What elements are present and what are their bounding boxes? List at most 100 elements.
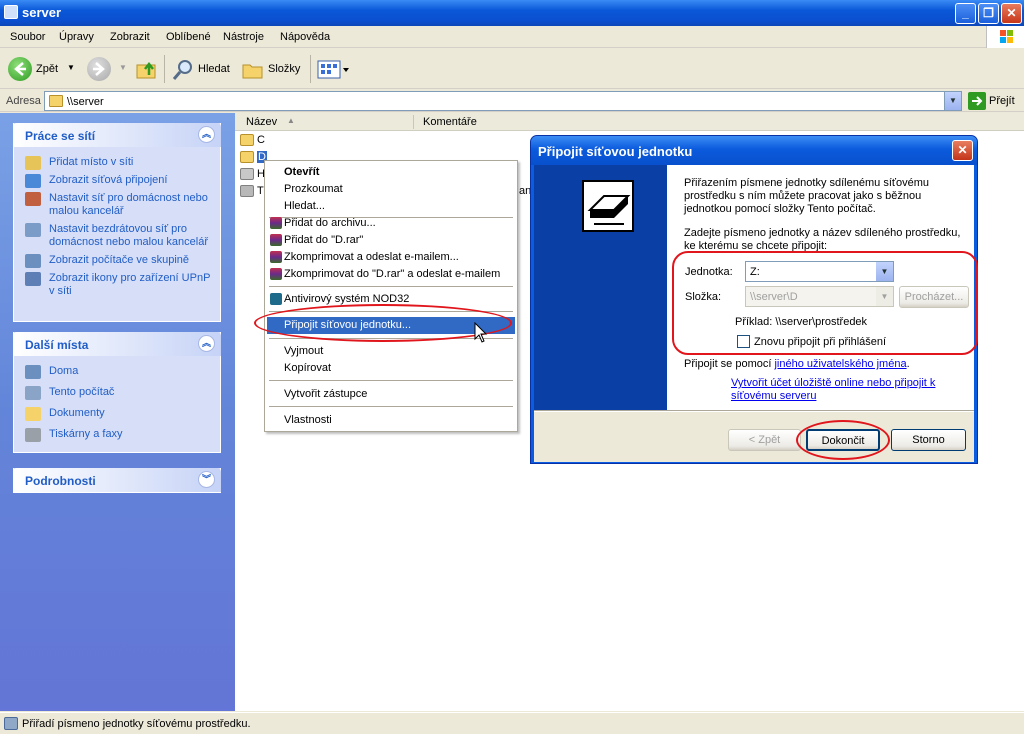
back-label: Zpět bbox=[36, 63, 59, 75]
place-printers[interactable]: Tiskárny a faxy bbox=[14, 427, 220, 448]
column-divider[interactable] bbox=[413, 115, 414, 129]
dialog-banner bbox=[534, 165, 667, 410]
panel-header[interactable]: Práce se sítí ︽ bbox=[13, 123, 221, 147]
address-label: Adresa bbox=[6, 95, 41, 107]
menu-view[interactable]: Zobrazit bbox=[110, 31, 150, 43]
winrar-icon bbox=[270, 251, 282, 263]
close-button[interactable]: ✕ bbox=[1001, 3, 1022, 24]
shared-printer-icon bbox=[240, 185, 254, 197]
dialog-title: Připojit síťovou jednotku bbox=[538, 144, 693, 159]
status-text: Přiřadí písmeno jednotky síťovému prostř… bbox=[22, 718, 251, 730]
task-show-upnp-icons[interactable]: Zobrazit ikony pro zařízení UPnP v síti bbox=[14, 271, 220, 302]
details-panel: Podrobnosti ︾ bbox=[13, 468, 221, 493]
column-name[interactable]: Název bbox=[246, 116, 277, 128]
menu-edit[interactable]: Úpravy bbox=[59, 31, 94, 43]
task-setup-wireless-network[interactable]: Nastavit bezdrátovou síť pro domácnost n… bbox=[14, 222, 220, 253]
menu-item-label: Prozkoumat bbox=[284, 183, 343, 195]
computer-icon bbox=[25, 386, 41, 400]
upnp-icon bbox=[25, 272, 41, 286]
minimize-button[interactable]: _ bbox=[955, 3, 976, 24]
dialog-close-button[interactable]: ✕ bbox=[952, 140, 973, 161]
menu-item-label: Otevřít bbox=[284, 166, 320, 178]
place-label: Tento počítač bbox=[49, 386, 115, 398]
home-network-icon bbox=[25, 192, 41, 206]
shared-folder-icon bbox=[240, 151, 254, 163]
collapse-icon[interactable]: ︽ bbox=[198, 126, 215, 143]
cancel-button[interactable]: Storno bbox=[891, 429, 966, 451]
mouse-cursor-icon bbox=[474, 321, 488, 347]
forward-button[interactable] bbox=[87, 57, 111, 81]
task-label: Zobrazit ikony pro zařízení UPnP v síti bbox=[49, 272, 211, 297]
address-dropdown-icon[interactable]: ▼ bbox=[944, 92, 961, 110]
title-bar[interactable]: server _ ❐ ✕ bbox=[0, 0, 1024, 26]
menu-compress-email[interactable]: Zkomprimovat a odeslat e-mailem... bbox=[267, 249, 515, 266]
menu-item-label: Vlastnosti bbox=[284, 414, 332, 426]
back-dropdown-icon[interactable]: ▼ bbox=[67, 63, 75, 72]
back-button[interactable]: < Zpět bbox=[728, 429, 801, 451]
menu-item-label: Hledat... bbox=[284, 200, 325, 212]
place-documents[interactable]: Dokumenty bbox=[14, 406, 220, 427]
menu-file[interactable]: Soubor bbox=[10, 31, 45, 43]
task-label: Nastavit bezdrátovou síť pro domácnost n… bbox=[49, 223, 208, 248]
forward-dropdown-icon[interactable]: ▼ bbox=[119, 63, 127, 72]
go-label: Přejít bbox=[989, 95, 1015, 107]
task-setup-home-network[interactable]: Nastavit síť pro domácnost nebo malou ka… bbox=[14, 191, 220, 222]
menu-favorites[interactable]: Oblíbené bbox=[166, 31, 211, 43]
collapse-icon[interactable]: ︽ bbox=[198, 335, 215, 352]
printer-icon bbox=[25, 428, 41, 442]
menu-item-label: Zkomprimovat a odeslat e-mailem... bbox=[284, 251, 459, 263]
maximize-button[interactable]: ❐ bbox=[978, 3, 999, 24]
online-storage-link[interactable]: Vytvořit účet úložiště online nebo připo… bbox=[731, 377, 951, 403]
menu-open[interactable]: Otevřít bbox=[267, 164, 515, 181]
network-drive-icon bbox=[4, 717, 18, 730]
dialog-title-bar[interactable]: Připojit síťovou jednotku ✕ bbox=[531, 136, 977, 165]
go-button[interactable]: Přejít bbox=[968, 92, 1020, 110]
menu-item-label: Kopírovat bbox=[284, 362, 332, 374]
place-my-computer[interactable]: Tento počítač bbox=[14, 385, 220, 406]
menu-copy[interactable]: Kopírovat bbox=[267, 360, 515, 377]
menu-properties[interactable]: Vlastnosti bbox=[267, 412, 515, 429]
shared-drive-icon bbox=[240, 168, 254, 180]
menu-help[interactable]: Nápověda bbox=[280, 31, 330, 43]
search-icon bbox=[171, 58, 195, 82]
menu-search[interactable]: Hledat... bbox=[267, 198, 515, 215]
menu-compress-rar-email[interactable]: Zkomprimovat do "D.rar" a odeslat e-mail… bbox=[267, 266, 515, 283]
task-add-network-place[interactable]: Přidat místo v síti bbox=[14, 155, 220, 173]
menu-explore[interactable]: Prozkoumat bbox=[267, 181, 515, 198]
workgroup-icon bbox=[25, 254, 41, 268]
menu-add-to-rar[interactable]: Přidat do "D.rar" bbox=[267, 232, 515, 249]
annotation-ellipse-finish bbox=[796, 420, 890, 460]
menu-create-shortcut[interactable]: Vytvořit zástupce bbox=[267, 386, 515, 403]
dialog-divider bbox=[534, 410, 974, 412]
task-view-workgroup-computers[interactable]: Zobrazit počítače ve skupině bbox=[14, 253, 220, 271]
menu-tools[interactable]: Nástroje bbox=[223, 31, 264, 43]
panel-title: Práce se sítí bbox=[25, 129, 96, 143]
connect-using-prefix: Připojit se pomocí bbox=[684, 358, 775, 370]
panel-header[interactable]: Podrobnosti ︾ bbox=[13, 468, 221, 492]
go-arrow-icon bbox=[968, 92, 986, 110]
window-title: server bbox=[22, 5, 62, 20]
expand-icon[interactable]: ︾ bbox=[198, 471, 215, 488]
task-label: Zobrazit síťová připojení bbox=[49, 174, 168, 186]
menu-add-to-archive[interactable]: Přidat do archivu... bbox=[267, 215, 515, 232]
different-user-link[interactable]: jiného uživatelského jména bbox=[774, 358, 906, 370]
address-input[interactable]: \\server ▼ bbox=[44, 91, 962, 111]
task-view-network-connections[interactable]: Zobrazit síťová připojení bbox=[14, 173, 220, 191]
network-folder-icon bbox=[49, 95, 63, 107]
views-button[interactable] bbox=[317, 59, 351, 81]
menu-separator bbox=[269, 380, 513, 381]
place-label: Tiskárny a faxy bbox=[49, 428, 123, 440]
shared-folder-icon bbox=[240, 134, 254, 146]
other-places-panel: Další místa ︽ Doma Tento počítač Dokumen… bbox=[13, 332, 221, 453]
task-label: Nastavit síť pro domácnost nebo malou ka… bbox=[49, 192, 208, 217]
panel-header[interactable]: Další místa ︽ bbox=[13, 332, 221, 356]
up-folder-button[interactable] bbox=[135, 57, 159, 81]
menu-separator bbox=[269, 406, 513, 407]
column-comment[interactable]: Komentáře bbox=[423, 116, 477, 128]
toolbar: Zpět ▼ ▼ Hledat Složky bbox=[0, 49, 1024, 89]
network-drive-icon bbox=[582, 180, 634, 232]
place-label: Dokumenty bbox=[49, 407, 105, 419]
winrar-icon bbox=[270, 268, 282, 280]
task-label: Přidat místo v síti bbox=[49, 156, 134, 168]
place-home[interactable]: Doma bbox=[14, 364, 220, 385]
